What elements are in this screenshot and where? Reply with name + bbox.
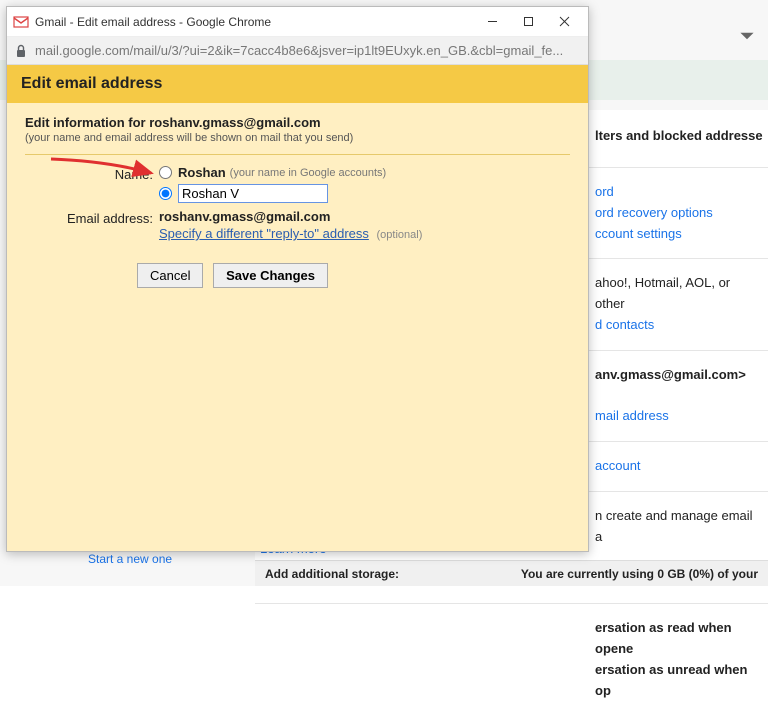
save-button[interactable]: Save Changes: [213, 263, 328, 288]
dropdown-triangle[interactable]: [736, 30, 758, 42]
name-radio-custom[interactable]: [159, 184, 570, 203]
bg-link-password[interactable]: ord: [595, 184, 614, 199]
edit-info-sub: (your name and email address will be sho…: [25, 132, 570, 144]
bg-bottom-strip: Add additional storage: You are currentl…: [255, 560, 768, 586]
name-input[interactable]: [178, 184, 328, 203]
bg-storage-label: Add additional storage:: [265, 567, 399, 586]
name-label: Name:: [25, 165, 153, 182]
button-row: Cancel Save Changes: [137, 263, 570, 288]
bg-text: n create and manage email a: [595, 508, 753, 544]
radio-google-name-label: Roshan: [178, 165, 226, 180]
bg-storage-usage: You are currently using 0 GB (0%) of you…: [521, 567, 758, 586]
bg-link-account[interactable]: account: [595, 458, 641, 473]
form-grid: Name: Roshan (your name in Google accoun…: [25, 165, 570, 241]
radio-google-name-note: (your name in Google accounts): [230, 167, 387, 179]
popup-body: Edit email address Edit information for …: [7, 65, 588, 551]
email-label: Email address:: [25, 209, 153, 226]
window-controls: [474, 8, 582, 36]
popup-inner: Edit information for roshanv.gmass@gmail…: [7, 103, 588, 300]
url-text[interactable]: mail.google.com/mail/u/3/?ui=2&ik=7cacc4…: [35, 43, 580, 58]
lock-icon: [15, 44, 27, 58]
bg-link-contacts[interactable]: d contacts: [595, 317, 654, 332]
maximize-button[interactable]: [510, 8, 546, 36]
bg-row: ersation as read when opene ersation as …: [255, 603, 768, 715]
divider: [25, 154, 570, 155]
minimize-button[interactable]: [474, 8, 510, 36]
window-title: Gmail - Edit email address - Google Chro…: [35, 15, 474, 29]
titlebar: Gmail - Edit email address - Google Chro…: [7, 7, 588, 37]
optional-note: (optional): [377, 229, 423, 241]
bg-link-mail-address[interactable]: mail address: [595, 408, 669, 423]
popup-heading: Edit email address: [7, 65, 588, 103]
email-value: roshanv.gmass@gmail.com: [159, 209, 570, 224]
close-button[interactable]: [546, 8, 582, 36]
bg-text: ahoo!, Hotmail, AOL, or other: [595, 275, 730, 311]
bg-text-email: anv.gmass@gmail.com>: [595, 367, 746, 382]
bg-text: ersation as read when opene: [595, 620, 732, 656]
bg-text: ersation as unread when op: [595, 662, 747, 698]
name-radio-google[interactable]: Roshan (your name in Google accounts): [159, 165, 570, 180]
popup-window: Gmail - Edit email address - Google Chro…: [6, 6, 589, 552]
cancel-button[interactable]: Cancel: [137, 263, 203, 288]
reply-to-link[interactable]: Specify a different "reply-to" address: [159, 226, 369, 241]
bg-link-account-settings[interactable]: ccount settings: [595, 226, 682, 241]
radio-google-name[interactable]: [159, 166, 172, 179]
radio-custom-name[interactable]: [159, 187, 172, 200]
edit-info-heading: Edit information for roshanv.gmass@gmail…: [25, 115, 570, 130]
bg-start-new-chat[interactable]: Start a new one: [88, 552, 172, 566]
bg-link-recovery[interactable]: ord recovery options: [595, 205, 713, 220]
gmail-icon: [13, 14, 29, 30]
address-bar: mail.google.com/mail/u/3/?ui=2&ik=7cacc4…: [7, 37, 588, 65]
